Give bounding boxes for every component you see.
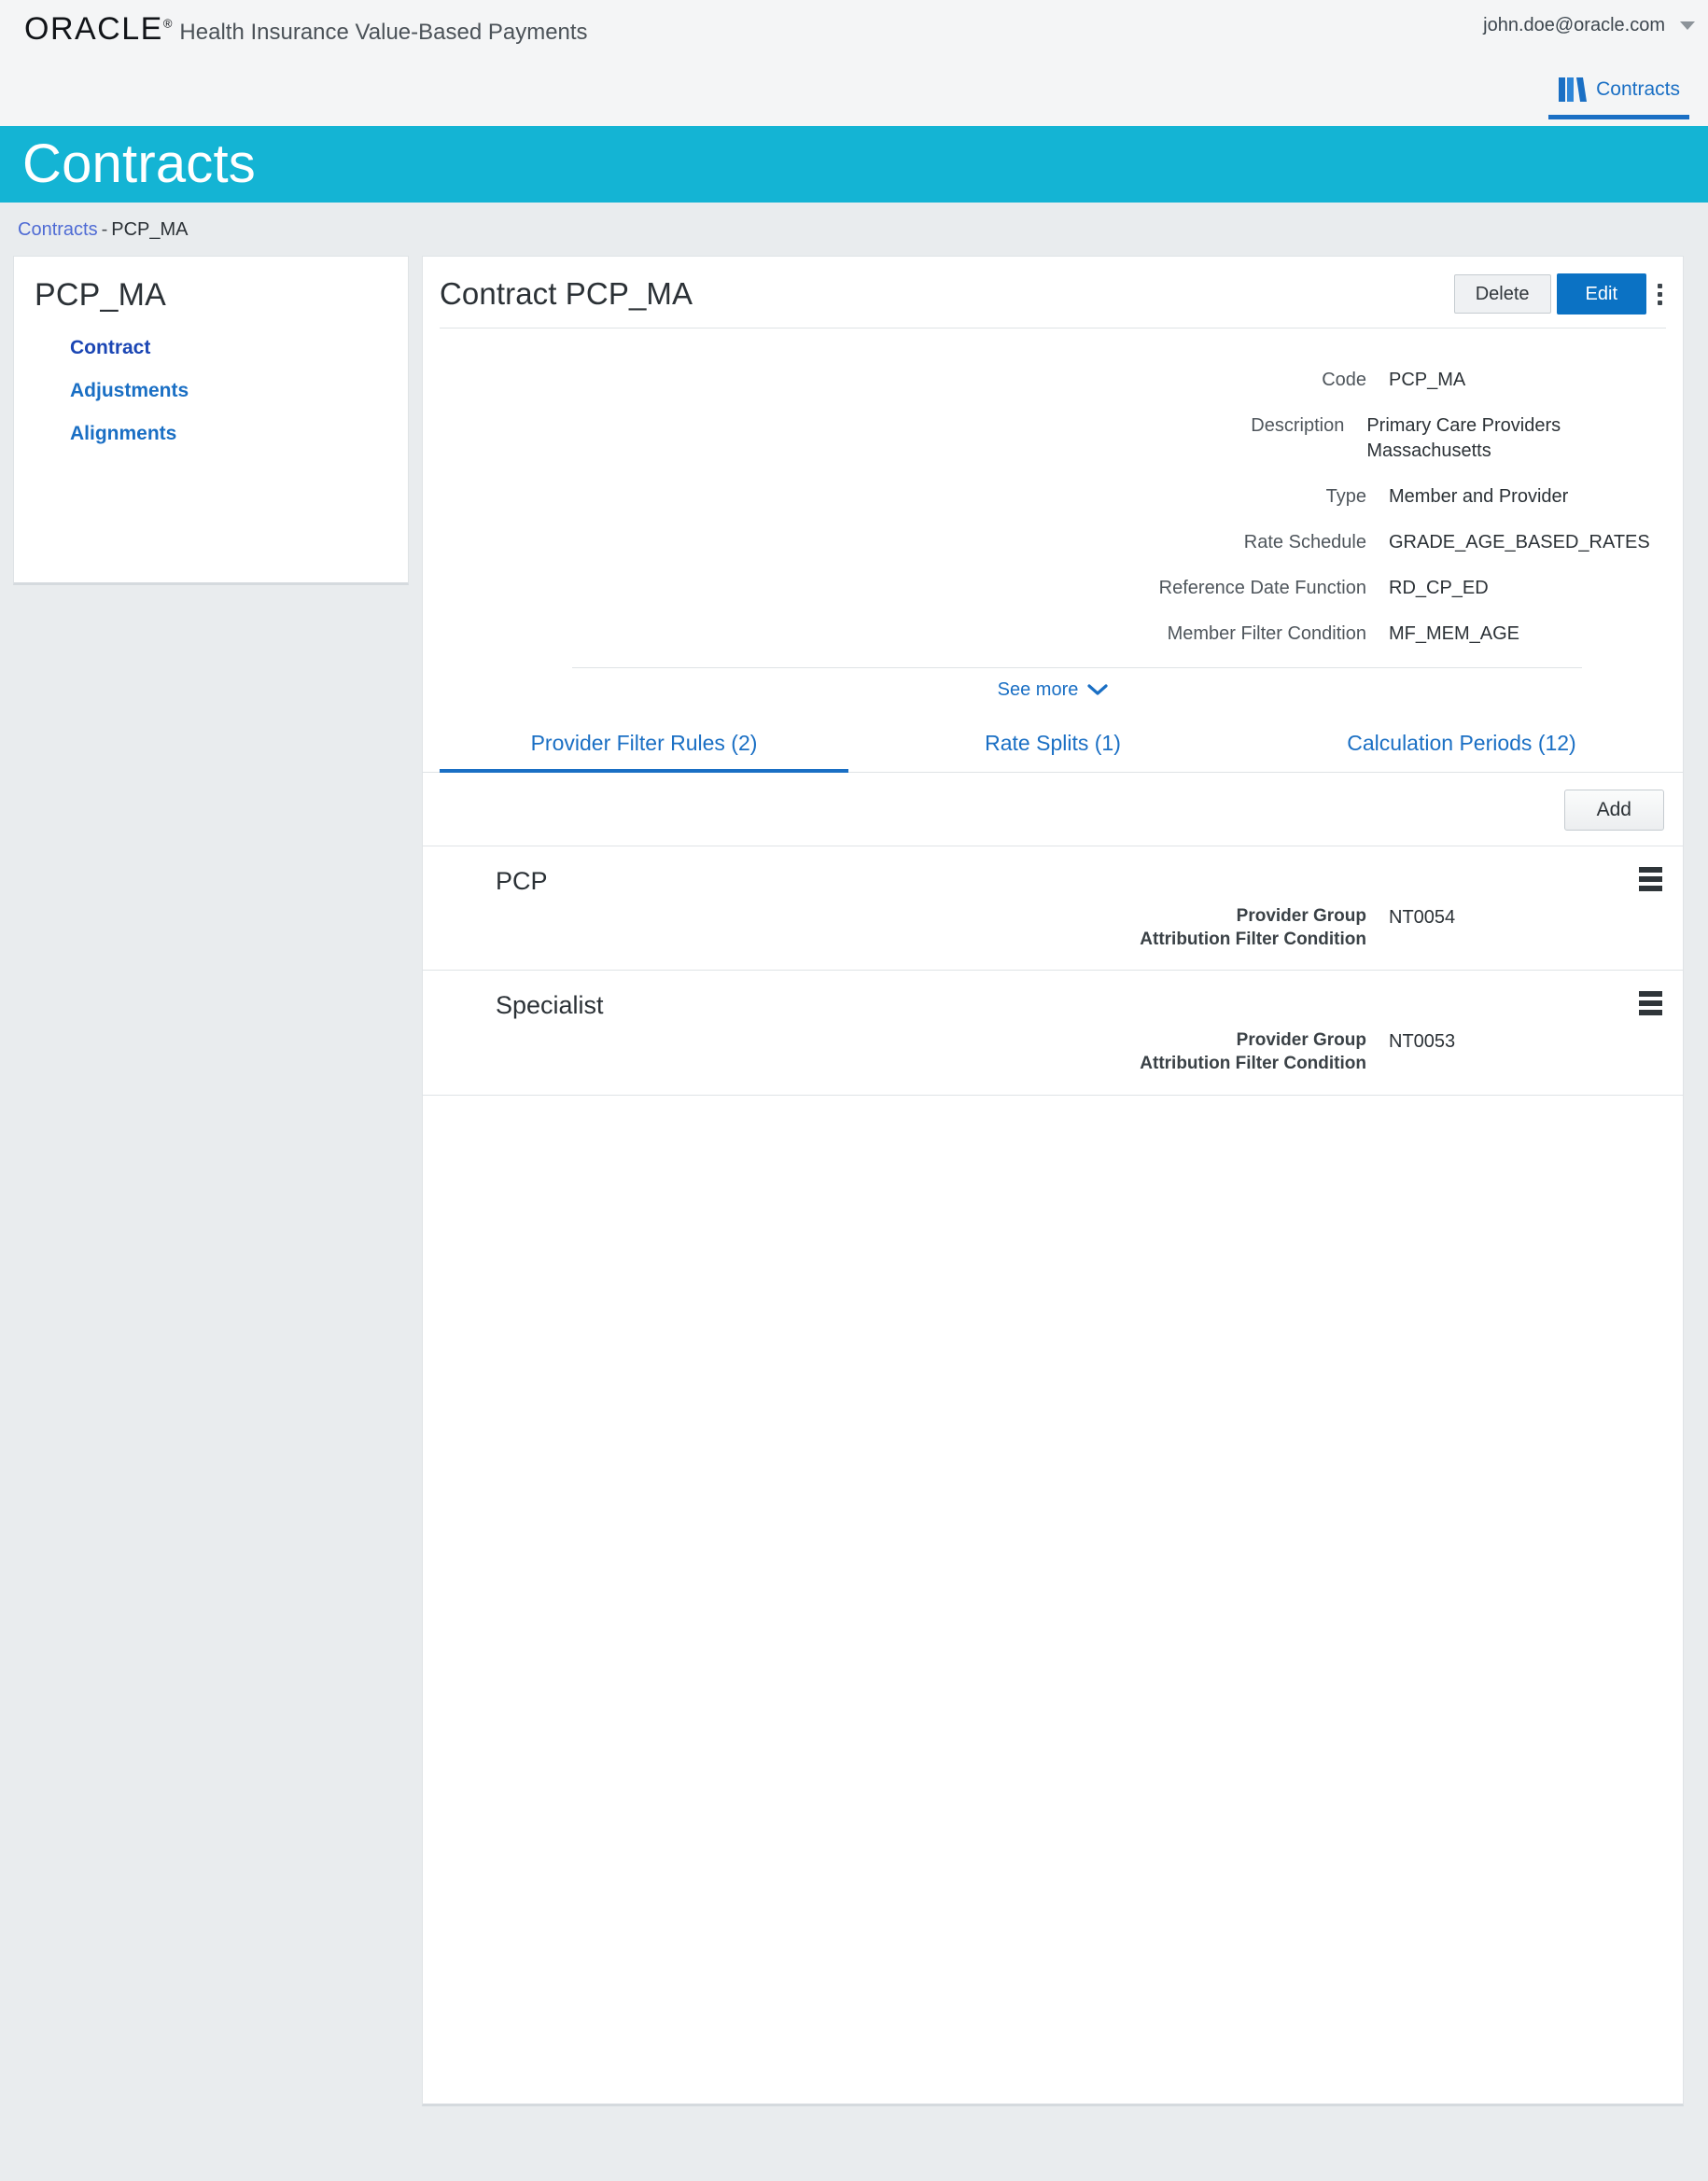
sidebar-title: PCP_MA <box>35 277 167 313</box>
hamburger-bar <box>1639 867 1662 873</box>
hamburger-menu-icon[interactable] <box>1639 867 1662 891</box>
hamburger-bar <box>1639 876 1662 882</box>
breadcrumb-separator: - <box>101 219 108 240</box>
rule-label-line2: Attribution Filter Condition <box>1140 929 1366 949</box>
detail-row-code: Code PCP_MA <box>423 368 1683 393</box>
brand-area: ORACLE® Health Insurance Value-Based Pay… <box>24 11 588 48</box>
detail-value: Member and Provider <box>1389 486 1569 507</box>
detail-value: Primary Care Providers Massachusetts <box>1366 415 1561 461</box>
caret-down-icon[interactable] <box>1680 21 1695 30</box>
sidebar-item-adjustments[interactable]: Adjustments <box>70 370 408 412</box>
hamburger-bar <box>1639 1010 1662 1016</box>
sidebar-card: PCP_MA Contract Adjustments Alignments <box>13 256 409 585</box>
hamburger-bar <box>1639 1000 1662 1007</box>
rule-label-line1: Provider Group <box>1236 1030 1366 1051</box>
rule-field: Provider Group Attribution Filter Condit… <box>423 905 1683 951</box>
registered-mark-icon: ® <box>162 16 173 31</box>
see-more-label: See more <box>997 679 1079 700</box>
card-header: Contract PCP_MA Delete Edit <box>423 257 1683 328</box>
kebab-dot <box>1658 300 1662 305</box>
detail-value: GRADE_AGE_BASED_RATES <box>1389 532 1650 552</box>
main-card: Contract PCP_MA Delete Edit Code PCP_MA <box>422 256 1684 2106</box>
detail-row-description: Description Primary Care Providers Massa… <box>423 413 1683 464</box>
breadcrumb: Contracts - PCP_MA <box>0 203 1708 256</box>
nav-strip: Contracts <box>0 70 1708 126</box>
rule-field: Provider Group Attribution Filter Condit… <box>423 1029 1683 1075</box>
hamburger-menu-icon[interactable] <box>1639 991 1662 1016</box>
page-banner: Contracts <box>0 126 1708 203</box>
see-more-link[interactable]: See more <box>998 679 1109 701</box>
breadcrumb-current: PCP_MA <box>111 219 189 240</box>
detail-label: Reference Date Function <box>1158 578 1366 598</box>
contract-details: Code PCP_MA Description Primary Care Pro… <box>423 329 1683 706</box>
edit-button[interactable]: Edit <box>1556 273 1646 315</box>
app-name: Health Insurance Value-Based Payments <box>179 20 588 45</box>
detail-row-reference-date-function: Reference Date Function RD_CP_ED <box>423 576 1683 601</box>
add-button[interactable]: Add <box>1563 790 1664 831</box>
user-menu[interactable]: john.doe@oracle.com <box>1483 15 1695 36</box>
sidebar-item-contract[interactable]: Contract <box>70 327 408 370</box>
rule-label: Provider Group Attribution Filter Condit… <box>423 905 1389 951</box>
detail-label: Code <box>1322 370 1366 390</box>
rule-value: NT0053 <box>1389 1031 1456 1053</box>
detail-value: PCP_MA <box>1389 370 1466 390</box>
page-title: Contracts <box>22 133 256 194</box>
nav-item-label: Contracts <box>1596 78 1680 100</box>
kebab-dot <box>1658 283 1662 288</box>
kebab-menu-icon[interactable] <box>1646 276 1672 313</box>
chevron-down-icon <box>1087 684 1108 695</box>
detail-label: Member Filter Condition <box>1167 623 1366 644</box>
rule-value: NT0054 <box>1389 907 1456 928</box>
oracle-logo: ORACLE® <box>24 11 172 48</box>
tab-calculation-periods[interactable]: Calculation Periods (12) <box>1257 720 1666 773</box>
tab-rate-splits[interactable]: Rate Splits (1) <box>848 720 1257 773</box>
tab-bar: Provider Filter Rules (2) Rate Splits (1… <box>423 720 1683 773</box>
card-title: Contract PCP_MA <box>440 276 693 311</box>
kebab-dot <box>1658 291 1662 297</box>
card-header-actions: Delete Edit <box>1453 273 1672 315</box>
rule-title: Specialist <box>496 991 604 1020</box>
see-more-row: See more <box>423 668 1683 706</box>
detail-value: RD_CP_ED <box>1389 578 1489 598</box>
sidebar-item-alignments[interactable]: Alignments <box>70 412 408 455</box>
delete-button[interactable]: Delete <box>1453 274 1551 314</box>
tab-provider-filter-rules[interactable]: Provider Filter Rules (2) <box>440 720 848 773</box>
table-row: PCP Provider Group Attribution Filter Co… <box>423 846 1683 970</box>
books-icon <box>1559 77 1588 102</box>
rule-title: PCP <box>496 867 548 895</box>
detail-label: Type <box>1325 486 1366 507</box>
rows-bottom-divider <box>423 1094 1683 1096</box>
detail-row-member-filter-condition: Member Filter Condition MF_MEM_AGE <box>423 622 1683 647</box>
content-layout: PCP_MA Contract Adjustments Alignments C… <box>0 256 1708 2106</box>
detail-value: MF_MEM_AGE <box>1389 623 1520 644</box>
hamburger-bar <box>1639 991 1662 998</box>
sidebar-nav: Contract Adjustments Alignments <box>14 327 408 455</box>
detail-row-rate-schedule: Rate Schedule GRADE_AGE_BASED_RATES <box>423 530 1683 555</box>
table-row: Specialist Provider Group Attribution Fi… <box>423 970 1683 1094</box>
oracle-wordmark: ORACLE <box>24 11 163 47</box>
rule-label-line1: Provider Group <box>1236 906 1366 926</box>
page-body: Contracts - PCP_MA PCP_MA Contract Adjustm… <box>0 203 1708 2181</box>
breadcrumb-link-contracts[interactable]: Contracts <box>18 219 98 240</box>
rule-label: Provider Group Attribution Filter Condit… <box>423 1029 1389 1075</box>
top-bar: ORACLE® Health Insurance Value-Based Pay… <box>0 0 1708 70</box>
rule-label-line2: Attribution Filter Condition <box>1140 1054 1366 1074</box>
detail-row-type: Type Member and Provider <box>423 484 1683 510</box>
nav-item-contracts[interactable]: Contracts <box>1548 72 1689 119</box>
detail-label: Description <box>1251 415 1345 436</box>
user-email: john.doe@oracle.com <box>1483 15 1665 35</box>
detail-label: Rate Schedule <box>1243 532 1366 552</box>
tab-toolbar: Add <box>423 773 1683 846</box>
hamburger-bar <box>1639 886 1662 891</box>
